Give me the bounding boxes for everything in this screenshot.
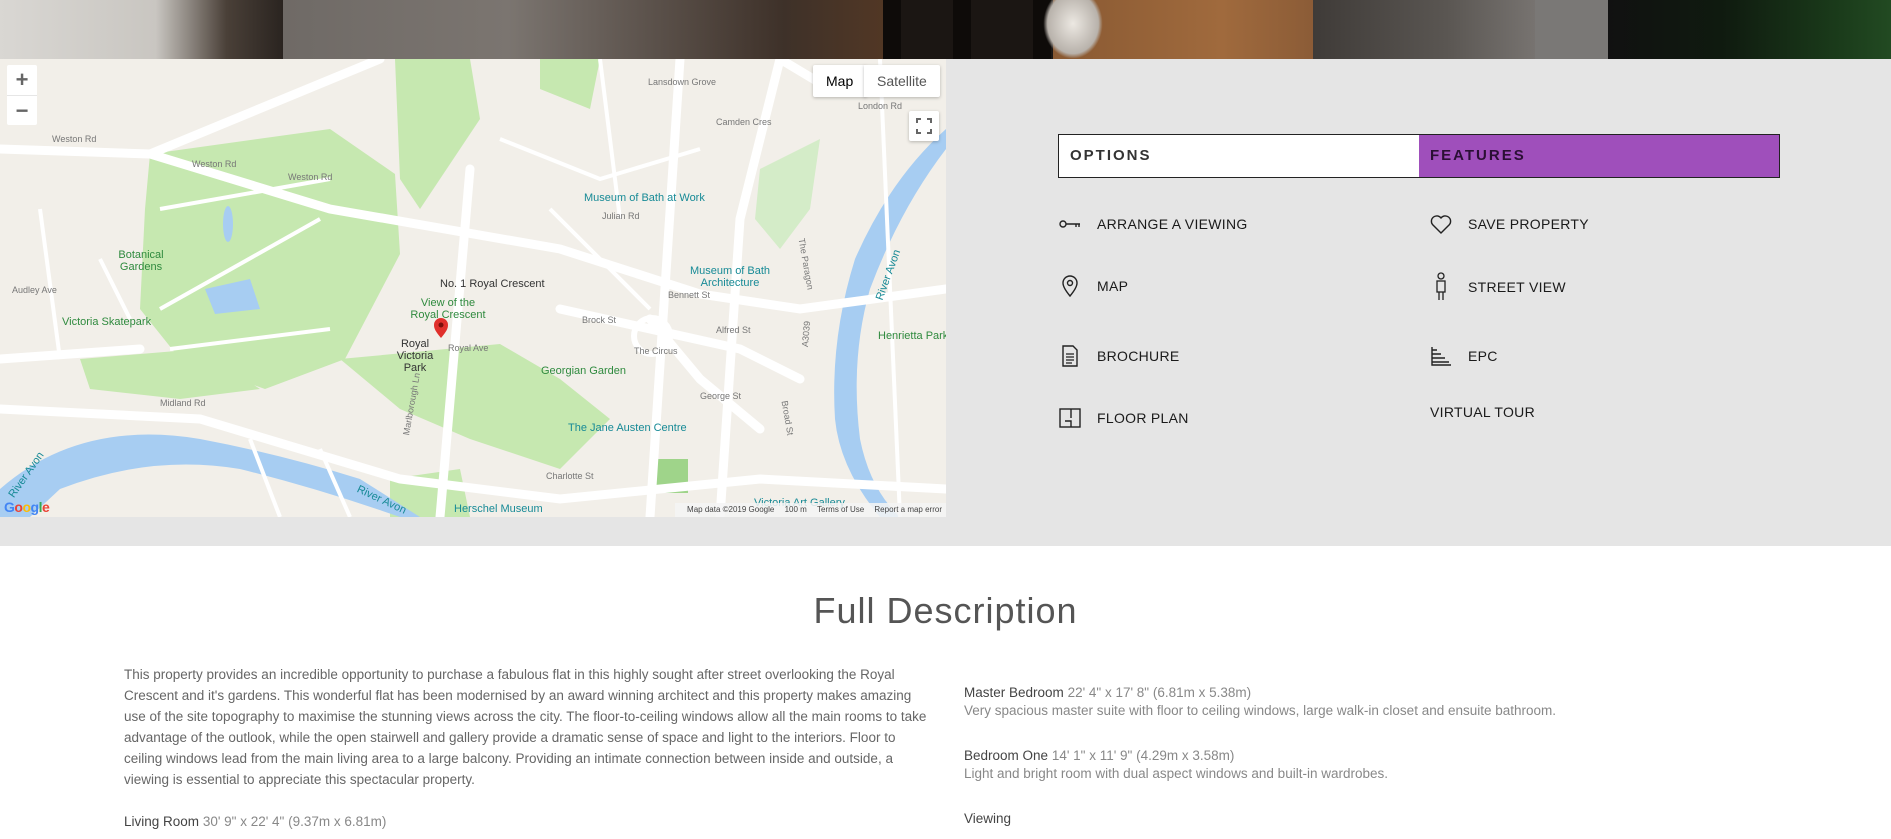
map-label-poi: Museum of Bath at Work: [584, 192, 705, 204]
document-icon: [1058, 344, 1082, 368]
map-label-park: Royal Victoria Park: [396, 338, 434, 374]
cabinet-shape: [1313, 0, 1535, 59]
map-label-road: Charlotte St: [546, 471, 594, 481]
room-master-bedroom: Master Bedroom 22' 4" x 17' 8" (6.81m x …: [964, 685, 1814, 721]
floor-plan-button[interactable]: FLOOR PLAN: [1058, 406, 1189, 430]
google-logo: Google: [4, 499, 50, 515]
room-bedroom-one: Bedroom One 14' 1" x 11' 9" (4.29m x 3.5…: [964, 748, 1814, 784]
map-label-road: Brock St: [582, 315, 617, 325]
street-view-button[interactable]: STREET VIEW: [1429, 272, 1566, 300]
property-tabs: OPTIONS FEATURES: [1058, 134, 1780, 178]
brochure-button[interactable]: BROCHURE: [1058, 344, 1180, 368]
tab-features[interactable]: FEATURES: [1419, 135, 1779, 177]
location-map[interactable]: Weston Rd Weston Rd Weston Rd Lansdown G…: [0, 59, 946, 517]
zoom-out-button[interactable]: −: [7, 95, 37, 125]
map-label-road: London Rd: [858, 101, 903, 111]
map-type-map-button[interactable]: Map: [813, 65, 867, 97]
map-label-park: Henrietta Park: [878, 330, 946, 342]
virtual-tour-label: VIRTUAL TOUR: [1430, 404, 1535, 420]
gallery-photo[interactable]: [1535, 0, 1608, 59]
gallery-photo-main[interactable]: [283, 0, 1535, 59]
zoom-in-button[interactable]: +: [7, 65, 37, 95]
map-attribution-bar: Map data ©2019 Google 100 m Terms of Use…: [675, 503, 946, 517]
lamp-shape: [1043, 0, 1103, 59]
gallery-photo[interactable]: [1608, 0, 1891, 59]
save-property-label: SAVE PROPERTY: [1468, 216, 1589, 232]
map-label-road: Camden Cres: [716, 117, 772, 127]
map-pin-icon: [1058, 274, 1082, 298]
map-label-poi: Herschel Museum: [454, 503, 543, 515]
fullscreen-button[interactable]: [909, 111, 939, 141]
map-data-credit: Map data ©2019 Google: [687, 505, 775, 514]
photo-gallery-strip[interactable]: [0, 0, 1891, 59]
description-intro-text: This property provides an incredible opp…: [124, 667, 927, 787]
map-label-park: Victoria Skatepark: [62, 316, 152, 328]
terms-of-use-link[interactable]: Terms of Use: [817, 505, 864, 514]
description-intro: This property provides an incredible opp…: [124, 664, 929, 832]
save-property-button[interactable]: SAVE PROPERTY: [1429, 212, 1589, 236]
map-label-road: Weston Rd: [52, 134, 97, 144]
map-type-satellite-button[interactable]: Satellite: [864, 65, 940, 97]
room-name: Living Room: [124, 814, 200, 829]
map-features-section: Weston Rd Weston Rd Weston Rd Lansdown G…: [0, 59, 1891, 546]
map-label-park: Georgian Garden: [541, 365, 626, 377]
map-label-road: Weston Rd: [288, 172, 333, 182]
map-label-road: Lansdown Grove: [648, 77, 717, 87]
map-label: MAP: [1097, 278, 1129, 294]
tab-options[interactable]: OPTIONS: [1059, 135, 1419, 177]
room-viewing: Viewing: [964, 811, 1814, 826]
brochure-label: BROCHURE: [1097, 348, 1180, 364]
map-label-road: Midland Rd: [160, 398, 206, 408]
map-label-poi: Museum of Bath Architecture: [689, 265, 771, 289]
description-title: Full Description: [813, 590, 1078, 631]
map-label-road: Bennett St: [668, 290, 711, 300]
map-label-park: Botanical Gardens: [118, 249, 164, 273]
room-heading-living-room: Living Room 30' 9" x 22' 4" (9.37m x 6.8…: [124, 811, 929, 832]
map-label-road: Alfred St: [716, 325, 751, 335]
key-icon: [1058, 212, 1082, 236]
map-label-place: No. 1 Royal Crescent: [440, 278, 545, 290]
map-label-place: View of the Royal Crescent: [410, 297, 486, 321]
map-label-road: George St: [700, 391, 742, 401]
gallery-photo[interactable]: [0, 0, 283, 59]
room-dimensions: 14' 1" x 11' 9" (4.29m x 3.58m): [1051, 748, 1235, 763]
room-dimensions: 22' 4" x 17' 8" (6.81m x 5.38m): [1067, 685, 1252, 700]
room-description: Very spacious master suite with floor to…: [964, 703, 1557, 718]
floor-plan-label: FLOOR PLAN: [1097, 410, 1189, 426]
map-label-road: Weston Rd: [192, 159, 237, 169]
map-label-road: Julian Rd: [602, 211, 640, 221]
fullscreen-icon: [916, 118, 932, 134]
epc-button[interactable]: EPC: [1429, 344, 1498, 368]
map-button[interactable]: MAP: [1058, 274, 1128, 298]
floor-plan-icon: [1058, 406, 1082, 430]
room-name: Master Bedroom: [964, 685, 1064, 700]
heart-icon: [1429, 212, 1453, 236]
map-label-road: The Circus: [634, 346, 678, 356]
chair-shape: [883, 0, 1053, 59]
map-label-road: Royal Ave: [448, 343, 489, 353]
map-label-poi: The Jane Austen Centre: [568, 422, 687, 434]
arrange-viewing-label: ARRANGE A VIEWING: [1097, 216, 1248, 232]
map-label-road: Audley Ave: [12, 285, 57, 295]
epc-bars-icon: [1429, 344, 1453, 368]
room-name: Viewing: [964, 811, 1012, 826]
room-dimensions: 30' 9" x 22' 4" (9.37m x 6.81m): [202, 814, 387, 829]
street-view-label: STREET VIEW: [1468, 279, 1566, 295]
person-icon: [1429, 272, 1453, 300]
arrange-viewing-button[interactable]: ARRANGE A VIEWING: [1058, 212, 1248, 236]
virtual-tour-button[interactable]: VIRTUAL TOUR: [1430, 404, 1535, 420]
room-name: Bedroom One: [964, 748, 1049, 763]
report-map-error-link[interactable]: Report a map error: [874, 505, 942, 514]
room-description: Light and bright room with dual aspect w…: [964, 766, 1388, 781]
map-scale[interactable]: 100 m: [785, 505, 807, 514]
epc-label: EPC: [1468, 348, 1498, 364]
